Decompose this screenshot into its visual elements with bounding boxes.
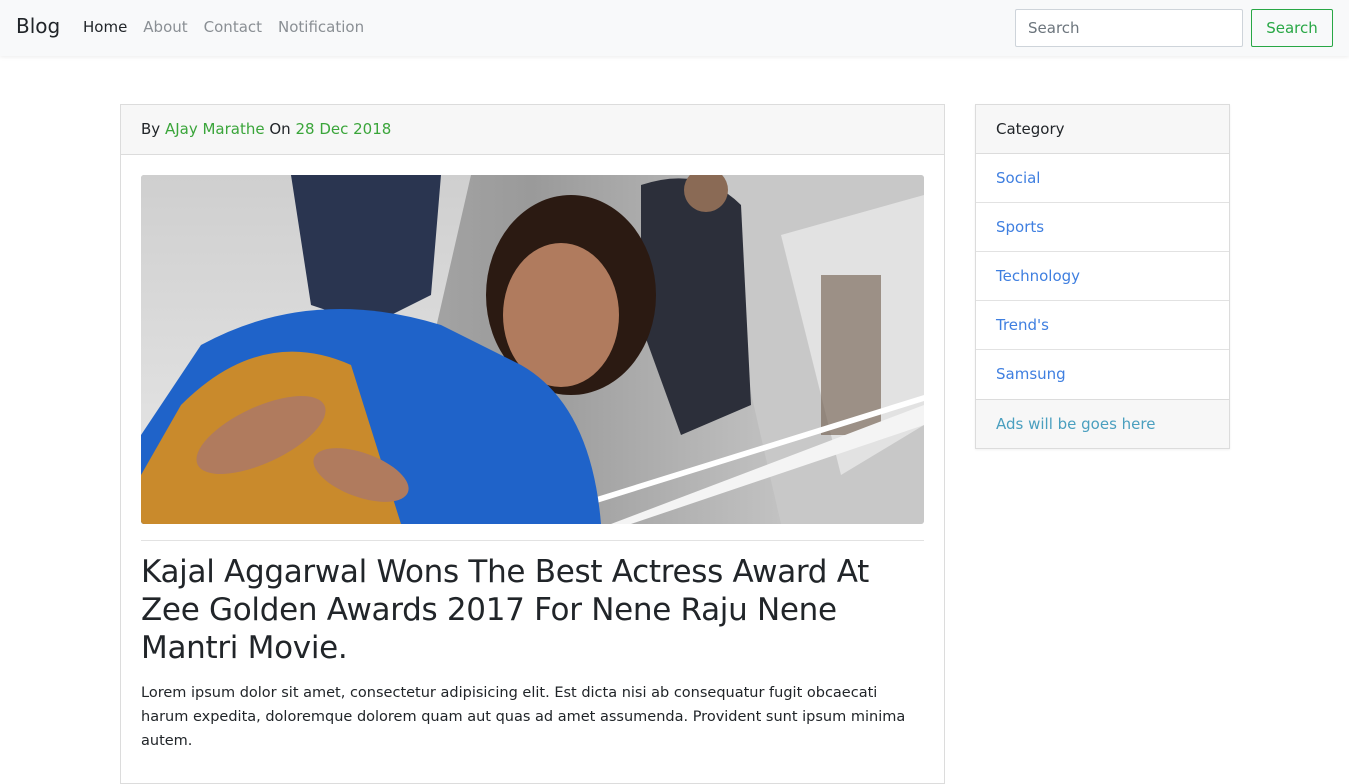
nav-link-about[interactable]: About (143, 17, 187, 37)
post-date: 28 Dec 2018 (295, 120, 392, 138)
category-sidebar: Category Social Sports Technology Trend'… (975, 104, 1230, 449)
divider (141, 540, 924, 541)
search-button[interactable]: Search (1251, 9, 1333, 47)
post-card: By AJay Marathe On 28 Dec 2018 Kajal Agg… (120, 104, 945, 784)
on-label: On (269, 120, 291, 138)
post-title[interactable]: Kajal Aggarwal Wons The Best Actress Awa… (141, 553, 924, 667)
sidebar-header: Category (976, 105, 1229, 154)
sidebar-item-samsung[interactable]: Samsung (976, 350, 1229, 399)
ads-placeholder: Ads will be goes here (976, 399, 1229, 448)
nav-link-contact[interactable]: Contact (204, 17, 262, 37)
nav-links: Home About Contact Notification (83, 17, 380, 37)
author-link[interactable]: AJay Marathe (165, 120, 265, 138)
sidebar-item-sports[interactable]: Sports (976, 203, 1229, 252)
nav-link-home[interactable]: Home (83, 17, 127, 37)
post-body: Kajal Aggarwal Wons The Best Actress Awa… (121, 155, 944, 773)
brand-logo[interactable]: Blog (16, 14, 60, 38)
sidebar-item-social[interactable]: Social (976, 154, 1229, 203)
nav-link-notification[interactable]: Notification (278, 17, 364, 37)
sidebar-item-technology[interactable]: Technology (976, 252, 1229, 301)
sidebar-item-trends[interactable]: Trend's (976, 301, 1229, 350)
post-photo (141, 175, 924, 524)
post-meta: By AJay Marathe On 28 Dec 2018 (121, 105, 944, 155)
post-image (141, 175, 924, 524)
post-excerpt: Lorem ipsum dolor sit amet, consectetur … (141, 685, 906, 749)
search-input[interactable] (1015, 9, 1243, 47)
navbar: Blog Home About Contact Notification Sea… (0, 0, 1349, 56)
by-label: By (141, 120, 161, 138)
